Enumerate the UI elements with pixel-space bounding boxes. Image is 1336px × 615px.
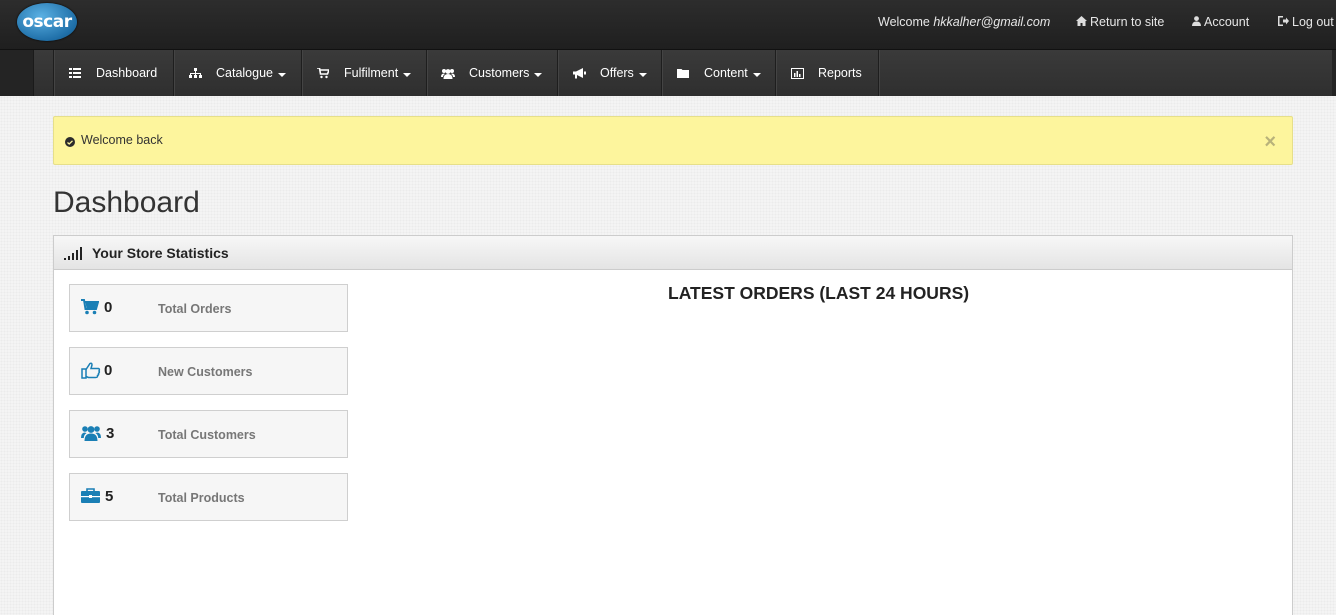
stat-value: 3 xyxy=(106,425,115,442)
signal-icon xyxy=(64,247,82,265)
stat-label: Total Orders xyxy=(158,302,232,316)
chevron-down-icon xyxy=(534,73,543,77)
account-link[interactable]: Account xyxy=(1192,15,1249,29)
briefcase-icon xyxy=(81,488,101,506)
panel-header: Your Store Statistics xyxy=(54,236,1292,270)
stat-total-products[interactable]: 5 Total Products xyxy=(69,473,348,521)
nav-fulfilment-label: Fulfilment xyxy=(344,66,399,80)
sitemap-icon xyxy=(188,66,202,80)
stat-label: Total Products xyxy=(158,491,245,505)
stat-label: New Customers xyxy=(158,365,253,379)
group-icon xyxy=(441,66,455,80)
stat-total-orders[interactable]: 0 Total Orders xyxy=(69,284,348,332)
nav-customers-label: Customers xyxy=(469,66,530,80)
home-icon xyxy=(1076,15,1087,29)
stat-label: Total Customers xyxy=(158,428,256,442)
nav-offers-label: Offers xyxy=(600,66,634,80)
account-label: Account xyxy=(1204,15,1250,29)
close-alert-button[interactable]: × xyxy=(1264,131,1276,154)
panel-title: Your Store Statistics xyxy=(92,245,229,261)
return-label: Return to site xyxy=(1090,15,1165,29)
welcome-prefix: Welcome xyxy=(878,15,930,29)
nav-reports-label: Reports xyxy=(818,66,862,80)
nav-reports[interactable]: Reports xyxy=(775,50,878,96)
sign-out-icon xyxy=(1278,15,1289,29)
chevron-down-icon xyxy=(638,73,647,77)
stat-value: 0 xyxy=(104,299,113,316)
nav-dashboard[interactable]: Dashboard xyxy=(53,50,173,96)
user-icon xyxy=(1192,15,1201,29)
alert-message: Welcome back xyxy=(81,133,163,147)
nav-fulfilment[interactable]: Fulfilment xyxy=(301,50,426,96)
stat-new-customers[interactable]: 0 New Customers xyxy=(69,347,348,395)
logo-text: oscar xyxy=(22,12,72,32)
welcome-email: hkkalher@gmail.com xyxy=(933,15,1051,29)
nav-catalogue[interactable]: Catalogue xyxy=(173,50,301,96)
nav-divider xyxy=(878,50,879,96)
nav-content[interactable]: Content xyxy=(661,50,775,96)
stat-value: 0 xyxy=(104,362,113,379)
stat-total-customers[interactable]: 3 Total Customers xyxy=(69,410,348,458)
store-statistics-panel: Your Store Statistics 0 Total Orders 0 N… xyxy=(53,235,1293,615)
chevron-down-icon xyxy=(403,73,412,77)
group-icon xyxy=(81,425,101,443)
shopping-cart-icon xyxy=(81,299,101,317)
folder-icon xyxy=(676,66,690,80)
return-to-site-link[interactable]: Return to site xyxy=(1076,15,1164,29)
nav-customers[interactable]: Customers xyxy=(426,50,557,96)
oscar-logo[interactable]: oscar xyxy=(17,3,77,41)
cart-icon xyxy=(316,66,330,80)
nav-content-label: Content xyxy=(704,66,748,80)
stat-value: 5 xyxy=(105,488,114,505)
chevron-down-icon xyxy=(752,73,761,77)
bullhorn-icon xyxy=(572,66,586,80)
chevron-down-icon xyxy=(278,73,286,77)
nav-catalogue-label: Catalogue xyxy=(216,66,273,80)
latest-orders-title: LATEST ORDERS (LAST 24 HOURS) xyxy=(668,283,970,303)
main-navbar: Dashboard Catalogue Fulfilment Customers… xyxy=(0,50,1336,96)
welcome-text: Welcome hkkalher@gmail.com xyxy=(878,15,1050,29)
top-bar: oscar Welcome hkkalher@gmail.com Return … xyxy=(0,0,1336,50)
logout-label: Log out xyxy=(1292,15,1334,29)
page-title: Dashboard xyxy=(53,186,200,219)
nav-dashboard-label: Dashboard xyxy=(96,66,158,80)
welcome-alert: Welcome back × xyxy=(53,116,1293,165)
list-icon xyxy=(68,66,82,80)
check-circle-icon xyxy=(65,137,75,147)
logout-link[interactable]: Log out xyxy=(1278,15,1334,29)
nav-offers[interactable]: Offers xyxy=(557,50,661,96)
bar-chart-icon xyxy=(790,66,804,80)
thumbs-up-icon xyxy=(81,362,101,380)
